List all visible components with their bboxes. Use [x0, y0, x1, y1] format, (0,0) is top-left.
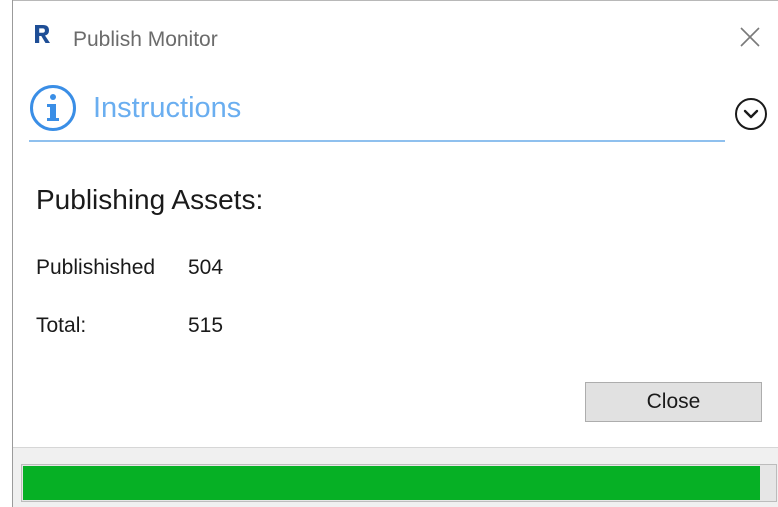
window-left-border [12, 0, 13, 507]
revit-logo-icon [33, 24, 53, 44]
close-button[interactable]: Close [585, 382, 762, 422]
total-value: 515 [188, 314, 224, 337]
progress-bar [21, 464, 777, 502]
info-icon [30, 85, 76, 131]
title-bar[interactable]: Publish Monitor [13, 1, 778, 61]
published-label: Publishished [36, 256, 156, 279]
total-label: Total: [36, 314, 87, 337]
section-title: Publishing Assets: [36, 184, 264, 215]
chevron-down-circle-icon[interactable] [734, 97, 768, 131]
published-value: 504 [188, 256, 224, 279]
close-icon[interactable] [738, 25, 762, 49]
instructions-heading: Instructions [93, 92, 242, 124]
header-divider [29, 140, 725, 142]
status-strip [13, 447, 778, 507]
progress-bar-fill [23, 466, 760, 500]
window-title: Publish Monitor [73, 28, 218, 51]
publish-monitor-window: Publish Monitor Instructions Publishing … [0, 0, 778, 507]
